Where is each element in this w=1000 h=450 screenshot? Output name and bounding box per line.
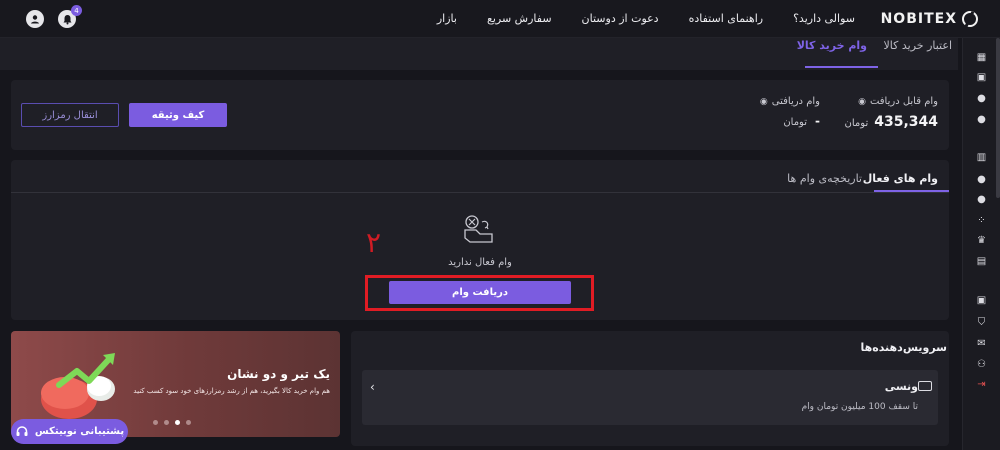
eligible-loan-unit: تومان: [844, 118, 869, 129]
headset-icon: [16, 425, 28, 436]
history-icon[interactable]: ●: [976, 174, 987, 185]
provider-card[interactable]: [362, 370, 938, 425]
received-loan-label: وام دریافتی ◉: [759, 96, 820, 107]
calendar-icon[interactable]: ▤: [976, 256, 987, 267]
logout-icon[interactable]: ⇥: [976, 379, 987, 390]
notification-badge: 4: [71, 5, 82, 16]
annotation-step-number: ۲: [366, 226, 382, 259]
tab-goods-credit[interactable]: اعتبار خرید کالا: [884, 39, 952, 52]
transfer-crypto-button[interactable]: انتقال رمزارز: [21, 103, 119, 127]
active-tab-underline: [874, 190, 949, 192]
nav-market[interactable]: بازار: [437, 12, 457, 25]
carousel-dots: [153, 420, 191, 425]
active-tab-underline: [805, 66, 878, 68]
promo-title: یک تیر و دو نشان: [227, 367, 330, 381]
chevron-left-icon[interactable]: ‹: [370, 380, 375, 394]
tab-loan-history[interactable]: تاریخچه‌ی وام ها: [787, 172, 862, 185]
mail-icon[interactable]: ✉: [976, 338, 987, 349]
users-icon[interactable]: ⚇: [976, 359, 987, 370]
support-button[interactable]: پشتیبانی نوبیتکس: [11, 419, 128, 444]
dashboard-icon[interactable]: ▦: [976, 52, 987, 63]
user-account-icon[interactable]: [26, 10, 44, 28]
exchange-icon[interactable]: ●: [976, 93, 987, 104]
eligible-loan-label: وام قابل دریافت ◉: [858, 96, 938, 107]
nobitex-logo-icon: [962, 11, 978, 27]
tabs-divider: [11, 192, 949, 193]
received-loan-value: -: [815, 114, 820, 128]
shield-icon[interactable]: ⛉: [976, 317, 987, 328]
eligible-loan-value: 435,344: [874, 114, 938, 130]
side-menu: ▦ ▣ ● ● ▥ ● ● ⁘ ♛ ▤ ▣ ⛉ ✉ ⚇ ⇥: [962, 38, 1000, 450]
rocket-icon[interactable]: ●: [976, 194, 987, 205]
carousel-dot[interactable]: [153, 420, 158, 425]
tab-active-loans[interactable]: وام های فعال: [863, 172, 938, 185]
carousel-dot-active[interactable]: [175, 420, 180, 425]
network-icon[interactable]: ⁘: [976, 215, 987, 226]
brand-logo[interactable]: NOBITEX: [881, 9, 978, 29]
nav-invite-friends[interactable]: دعوت از دوستان: [582, 12, 659, 25]
tab-goods-loan[interactable]: وام خرید کالا: [797, 39, 867, 52]
crown-icon[interactable]: ♛: [976, 235, 987, 246]
nav-guide[interactable]: راهنمای استفاده: [689, 12, 763, 25]
empty-loans-message: وام فعال ندارید: [448, 257, 512, 268]
promo-illustration-icon: [41, 353, 115, 419]
empty-loan-icon: [464, 215, 493, 243]
nav-faq[interactable]: سوالی دارید؟: [793, 12, 855, 25]
provider-name: ونسی: [884, 380, 918, 393]
promo-subtitle: هم وام خرید کالا بگیرید، هم از رشد رمزار…: [133, 387, 330, 395]
annotation-highlight-box: [365, 275, 594, 311]
convert-icon[interactable]: ●: [976, 114, 987, 125]
support-label: پشتیبانی نوبیتکس: [34, 426, 125, 437]
hide-eye-icon[interactable]: ◉: [760, 97, 768, 107]
notification-bell-icon[interactable]: 4: [58, 5, 82, 28]
chart-icon[interactable]: ▥: [976, 152, 987, 163]
received-loan-value-row: - تومان: [783, 114, 820, 128]
wallet-icon[interactable]: ▣: [976, 72, 987, 83]
hide-eye-icon[interactable]: ◉: [858, 97, 866, 107]
eligible-loan-value-row: 435,344 تومان: [845, 114, 938, 130]
money-icon: [918, 381, 932, 391]
nav-quick-order[interactable]: سفارش سریع: [487, 12, 552, 25]
profile-card-icon[interactable]: ▣: [976, 295, 987, 306]
received-loan-unit: تومان: [783, 117, 808, 128]
carousel-dot[interactable]: [164, 420, 169, 425]
scrollbar[interactable]: [996, 38, 1000, 198]
main-nav: بازار سفارش سریع دعوت از دوستان راهنمای …: [437, 12, 855, 25]
carousel-dot[interactable]: [186, 420, 191, 425]
brand-name: NOBITEX: [880, 11, 957, 27]
provider-description: تا سقف 100 میلیون تومان وام: [801, 402, 918, 412]
collateral-wallet-button[interactable]: کیف وثیقه: [129, 103, 227, 127]
service-providers-title: سرویس‌دهنده‌ها: [860, 341, 947, 354]
